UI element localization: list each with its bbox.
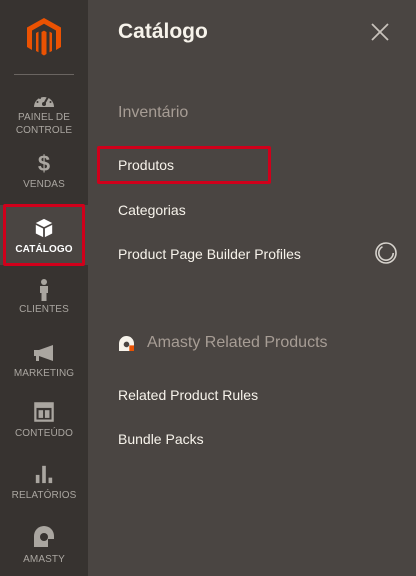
amasty-icon <box>34 526 54 547</box>
menu-link-related-product-rules[interactable]: Related Product Rules <box>118 387 258 403</box>
amasty-section-heading: Amasty Related Products <box>118 333 328 353</box>
sidebar-item-customers[interactable]: CLIENTES <box>0 279 88 319</box>
section-title-amasty: Amasty Related Products <box>147 334 328 351</box>
sidebar-item-label: MARKETING <box>13 368 75 379</box>
layout-icon <box>34 402 54 422</box>
amasty-icon <box>119 335 134 351</box>
sidebar-item-sales[interactable]: $ VENDAS <box>0 153 88 193</box>
magento-logo-icon[interactable] <box>26 17 62 57</box>
bar-chart-icon <box>35 465 53 484</box>
sidebar-item-label: PAINEL DE <box>17 112 71 123</box>
sidebar-item-content[interactable]: CONTEÚDO <box>0 401 88 441</box>
sidebar-item-label: CONTEÚDO <box>14 428 74 439</box>
sidebar-item-dashboard[interactable]: PAINEL DE CONTROLE <box>0 89 88 139</box>
sidebar-item-label: CATÁLOGO <box>15 244 73 255</box>
menu-link-bundle-packs[interactable]: Bundle Packs <box>118 431 204 447</box>
sidebar-item-amasty[interactable]: AMASTY <box>0 525 88 565</box>
megaphone-icon <box>34 345 53 361</box>
section-title-inventory: Inventário <box>118 104 189 121</box>
sidebar-item-label: AMASTY <box>23 554 65 565</box>
dollar-icon: $ <box>37 151 51 176</box>
menu-link-page-builder-profiles[interactable]: Product Page Builder Profiles <box>118 246 301 262</box>
sidebar-item-label: RELATÓRIOS <box>11 490 77 501</box>
catalog-flyout-panel: Catálogo Inventário Produtos Categorias … <box>88 0 416 576</box>
loading-spinner-icon <box>375 242 397 264</box>
dashboard-icon <box>34 95 54 107</box>
sidebar-item-reports[interactable]: RELATÓRIOS <box>0 463 88 503</box>
sidebar-item-catalog[interactable]: CATÁLOGO <box>0 205 88 265</box>
sidebar-item-marketing[interactable]: MARKETING <box>0 342 88 382</box>
menu-link-products[interactable]: Produtos <box>118 157 174 173</box>
admin-sidebar: PAINEL DE CONTROLE $ VENDAS CATÁLOGO CLI… <box>0 0 88 576</box>
panel-title: Catálogo <box>118 20 208 43</box>
person-icon <box>40 279 48 301</box>
close-icon[interactable] <box>369 21 391 43</box>
menu-link-categories[interactable]: Categorias <box>118 202 186 218</box>
logo-divider <box>14 74 74 75</box>
sidebar-item-label: CONTROLE <box>15 125 73 136</box>
sidebar-item-label: CLIENTES <box>19 304 69 315</box>
sidebar-item-label: VENDAS <box>23 179 65 190</box>
box-icon <box>35 218 53 238</box>
